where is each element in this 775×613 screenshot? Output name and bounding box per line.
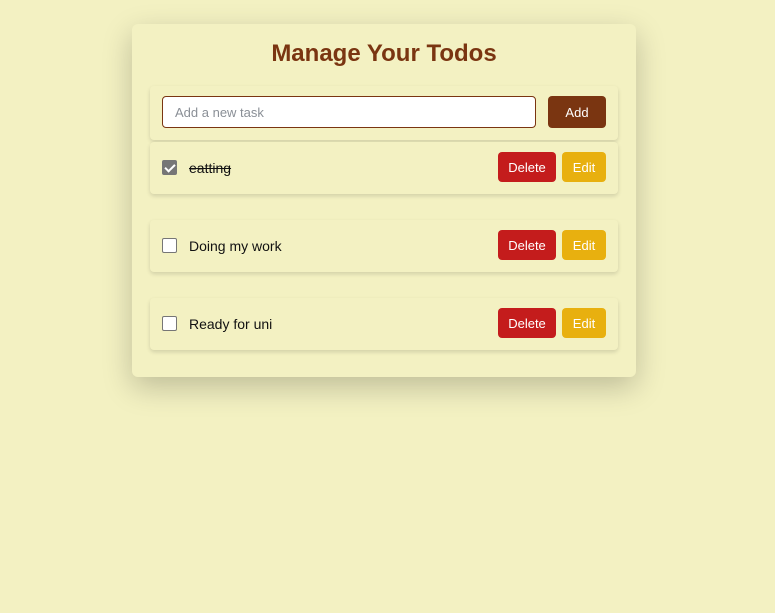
page-title: Manage Your Todos xyxy=(271,40,497,67)
todo-checkbox[interactable] xyxy=(162,160,177,175)
delete-button[interactable]: Delete xyxy=(498,230,556,260)
edit-button[interactable]: Edit xyxy=(562,152,606,182)
todo-checkbox[interactable] xyxy=(162,316,177,331)
delete-button[interactable]: Delete xyxy=(498,152,556,182)
todo-checkbox[interactable] xyxy=(162,238,177,253)
todo-card: Manage Your Todos Add eatting Delete Edi… xyxy=(132,24,636,377)
add-button[interactable]: Add xyxy=(548,96,606,128)
edit-button[interactable]: Edit xyxy=(562,230,606,260)
delete-button[interactable]: Delete xyxy=(498,308,556,338)
todo-item: eatting Delete Edit xyxy=(150,142,618,194)
todo-text: Ready for uni xyxy=(189,316,273,332)
todo-text: Doing my work xyxy=(189,238,282,254)
new-task-input[interactable] xyxy=(162,96,536,128)
todo-item: Doing my work Delete Edit xyxy=(150,220,618,272)
add-todo-form: Add xyxy=(150,86,618,140)
todo-item: Ready for uni Delete Edit xyxy=(150,298,618,350)
edit-button[interactable]: Edit xyxy=(562,308,606,338)
todo-text: eatting xyxy=(189,160,232,176)
